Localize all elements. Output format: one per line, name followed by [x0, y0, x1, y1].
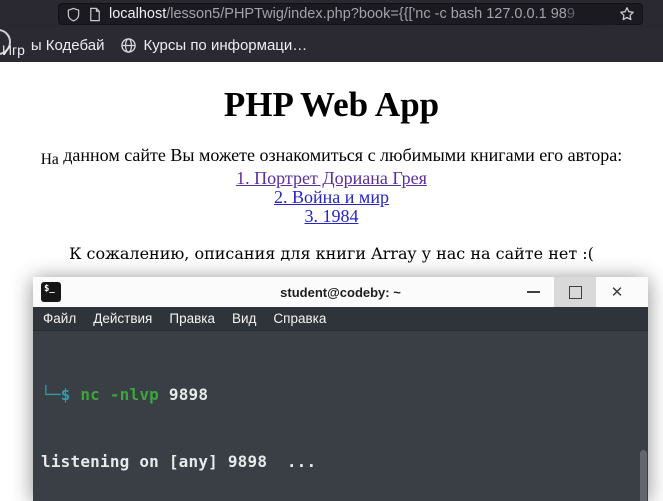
- url-faded-tail: 9: [566, 6, 575, 22]
- link-book-3[interactable]: 3. 1984: [0, 207, 663, 226]
- bookmark-label: Курсы по информаци…: [143, 36, 308, 54]
- terminal-line: listening on [any] 9898 ...: [41, 452, 317, 472]
- link-book-1[interactable]: 1. Портрет Дориана Грея: [0, 169, 663, 188]
- url-path: /lesson5/PHPTwig/index.php?book={{['nc -…: [166, 6, 567, 22]
- terminal-window: $_ student@codeby: ~ ✕ Файл Действия Пра…: [33, 277, 648, 501]
- bookmark-label-rest: ы Кодебай: [30, 36, 105, 54]
- window-controls: ✕: [512, 277, 638, 307]
- maximize-button[interactable]: [554, 277, 596, 307]
- globe-icon: [121, 37, 137, 53]
- intro-text: На данном сайте Вы можете ознакомиться с…: [0, 144, 663, 168]
- link-book-2[interactable]: 2. Война и мир: [0, 188, 663, 207]
- page-info-icon[interactable]: [88, 7, 102, 22]
- url-bar[interactable]: localhost/lesson5/PHPTwig/index.php?book…: [58, 3, 643, 25]
- bookmark-star-icon[interactable]: [619, 6, 635, 22]
- close-button[interactable]: ✕: [596, 277, 638, 307]
- terminal-app-icon: $_: [41, 282, 61, 302]
- menu-actions[interactable]: Действия: [93, 311, 152, 326]
- url-host: localhost: [109, 6, 167, 22]
- shell-prompt: └─$: [41, 384, 71, 404]
- page-title: PHP Web App: [223, 85, 440, 124]
- terminal-titlebar[interactable]: $_ student@codeby: ~ ✕: [33, 277, 648, 307]
- maximize-icon: [568, 285, 582, 299]
- bookmark-igry-kodebay[interactable]: Игр ы Кодебай: [2, 36, 105, 59]
- browser-chrome: localhost/lesson5/PHPTwig/index.php?book…: [0, 0, 663, 62]
- menu-edit[interactable]: Правка: [169, 311, 215, 326]
- intro-rest: данном сайте Вы можете ознакомиться с лю…: [58, 145, 623, 165]
- book-links: 1. Портрет Дориана Грея 2. Война и мир 3…: [0, 169, 663, 226]
- menu-view[interactable]: Вид: [232, 311, 256, 326]
- menu-help[interactable]: Справка: [273, 311, 326, 326]
- minimize-button[interactable]: [512, 277, 554, 307]
- menu-file[interactable]: Файл: [43, 311, 76, 326]
- minimize-icon: [526, 291, 540, 293]
- terminal-icon-glyph: $_: [44, 284, 55, 294]
- no-description-message: К сожалению, описания для книги Array у …: [69, 244, 594, 263]
- bookmarks-bar: Игр ы Кодебай Курсы по информаци…: [0, 28, 663, 62]
- terminal-scrollbar[interactable]: [640, 450, 647, 501]
- shell-command: nc -nlvp: [80, 384, 160, 404]
- terminal-output[interactable]: └─$ nc -nlvp 9898 listening on [any] 989…: [33, 331, 648, 501]
- terminal-menubar: Файл Действия Правка Вид Справка: [33, 307, 648, 331]
- shell-command-arg: 9898: [168, 384, 209, 404]
- terminal-prompt-line: └─$ nc -nlvp 9898: [41, 384, 648, 406]
- bookmark-label-prefix: Игр: [2, 42, 25, 58]
- browser-toolbar: localhost/lesson5/PHPTwig/index.php?book…: [0, 0, 663, 28]
- bookmark-kursy-po-informatike[interactable]: Курсы по информаци…: [120, 37, 307, 54]
- intro-prefix: На: [40, 151, 59, 168]
- url-fade-overlay: [580, 5, 616, 25]
- shield-icon[interactable]: [66, 7, 81, 22]
- url-text[interactable]: localhost/lesson5/PHPTwig/index.php?book…: [109, 6, 612, 22]
